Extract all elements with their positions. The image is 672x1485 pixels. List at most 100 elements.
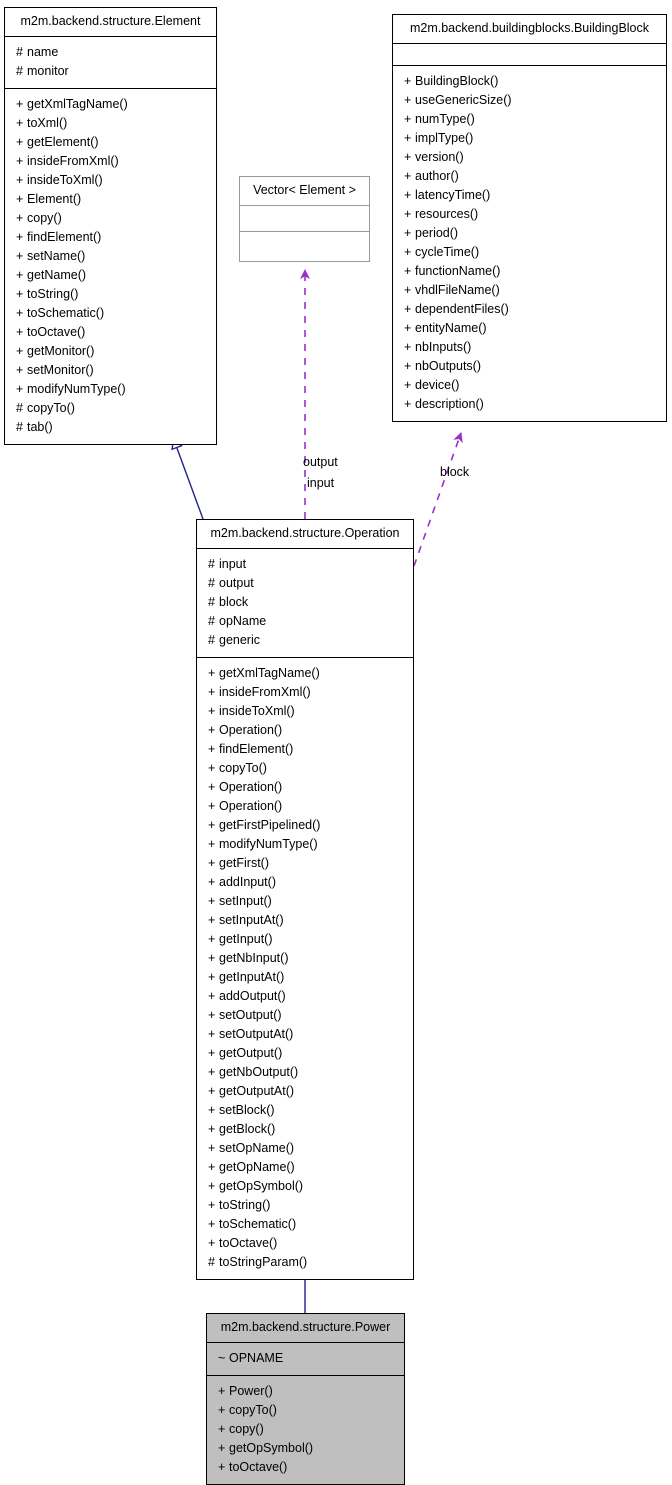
class-member: + addOutput() — [206, 987, 407, 1006]
member-label: toString() — [219, 1197, 271, 1212]
member-label: getOpName() — [219, 1159, 295, 1174]
member-label: device() — [415, 377, 460, 392]
member-label: functionName() — [415, 263, 501, 278]
visibility-marker: + — [208, 1121, 216, 1136]
class-member: + cycleTime() — [402, 243, 660, 262]
visibility-marker: + — [208, 855, 216, 870]
visibility-marker: + — [404, 149, 412, 164]
class-member: + findElement() — [206, 740, 407, 759]
class-member: + BuildingBlock() — [402, 72, 660, 91]
class-member: + toString() — [14, 285, 210, 304]
member-label: insideToXml() — [219, 703, 295, 718]
class-member: + modifyNumType() — [206, 835, 407, 854]
uml-class-diagram: output input block m2m.backend.structure… — [0, 0, 672, 1485]
class-attributes-element: # name # monitor — [5, 37, 216, 89]
visibility-marker: + — [218, 1440, 226, 1455]
member-label: modifyNumType() — [27, 381, 126, 396]
member-label: getFirstPipelined() — [219, 817, 321, 832]
visibility-marker: + — [16, 343, 24, 358]
visibility-marker: # — [16, 44, 23, 59]
visibility-marker: + — [16, 210, 24, 225]
class-member: + resources() — [402, 205, 660, 224]
visibility-marker: + — [404, 225, 412, 240]
member-label: insideFromXml() — [219, 684, 311, 699]
class-member: + getOpName() — [206, 1158, 407, 1177]
visibility-marker: + — [404, 130, 412, 145]
member-label: Operation() — [219, 798, 283, 813]
class-member: + entityName() — [402, 319, 660, 338]
class-member: + getInput() — [206, 930, 407, 949]
class-member: + setInputAt() — [206, 911, 407, 930]
visibility-marker: + — [404, 111, 412, 126]
member-label: insideFromXml() — [27, 153, 119, 168]
class-node-vector[interactable]: Vector< Element > — [239, 176, 370, 262]
class-operations-vector — [240, 232, 369, 261]
class-member: + setName() — [14, 247, 210, 266]
visibility-marker: + — [208, 969, 216, 984]
class-node-element[interactable]: m2m.backend.structure.Element # name # moni… — [4, 7, 217, 445]
class-member: + insideFromXml() — [14, 152, 210, 171]
member-label: toXml() — [27, 115, 68, 130]
visibility-marker: + — [16, 267, 24, 282]
member-label: toSchematic() — [219, 1216, 297, 1231]
class-member: + getInputAt() — [206, 968, 407, 987]
visibility-marker: + — [208, 931, 216, 946]
visibility-marker: + — [16, 96, 24, 111]
class-title-element: m2m.backend.structure.Element — [5, 8, 216, 37]
member-label: block — [219, 594, 249, 609]
class-member: + Power() — [216, 1382, 398, 1401]
class-member: + getElement() — [14, 133, 210, 152]
class-node-operation[interactable]: m2m.backend.structure.Operation # input # o… — [196, 519, 414, 1280]
visibility-marker: + — [16, 153, 24, 168]
class-node-buildingblock[interactable]: m2m.backend.buildingblocks.BuildingBlock… — [392, 14, 667, 422]
class-member: + toOctave() — [206, 1234, 407, 1253]
visibility-marker: # — [208, 594, 215, 609]
member-label: nbInputs() — [415, 339, 472, 354]
member-label: toOctave() — [229, 1459, 288, 1474]
visibility-marker: + — [404, 244, 412, 259]
visibility-marker: + — [208, 1197, 216, 1212]
member-label: setMonitor() — [27, 362, 94, 377]
member-label: setOutput() — [219, 1007, 282, 1022]
class-member: + toOctave() — [216, 1458, 398, 1477]
class-title-buildingblock: m2m.backend.buildingblocks.BuildingBlock — [393, 15, 666, 44]
class-member: # generic — [206, 631, 407, 650]
class-title-operation: m2m.backend.structure.Operation — [197, 520, 413, 549]
member-label: dependentFiles() — [415, 301, 509, 316]
member-label: Operation() — [219, 722, 283, 737]
visibility-marker: ~ — [218, 1350, 226, 1365]
class-member: + insideFromXml() — [206, 683, 407, 702]
member-label: getXmlTagName() — [219, 665, 320, 680]
member-label: setBlock() — [219, 1102, 275, 1117]
member-label: getNbOutput() — [219, 1064, 299, 1079]
member-label: insideToXml() — [27, 172, 103, 187]
visibility-marker: + — [208, 665, 216, 680]
class-operations-power: + Power() + copyTo() + copy() + getOpSymbol() + t… — [207, 1376, 404, 1484]
class-member: + getNbOutput() — [206, 1063, 407, 1082]
class-node-power[interactable]: m2m.backend.structure.Power ~ OPNAME + Pow… — [206, 1313, 405, 1485]
class-attributes-power: ~ OPNAME — [207, 1343, 404, 1376]
class-member: + getOpSymbol() — [206, 1177, 407, 1196]
visibility-marker: + — [16, 115, 24, 130]
class-member: + nbOutputs() — [402, 357, 660, 376]
visibility-marker: + — [208, 1064, 216, 1079]
member-label: getInputAt() — [219, 969, 285, 984]
visibility-marker: + — [208, 722, 216, 737]
class-member: + modifyNumType() — [14, 380, 210, 399]
visibility-marker: # — [208, 1254, 215, 1269]
class-operations-operation: + getXmlTagName() + insideFromXml() + insideT… — [197, 658, 413, 1279]
class-member: + Operation() — [206, 721, 407, 740]
visibility-marker: # — [208, 575, 215, 590]
visibility-marker: + — [16, 286, 24, 301]
class-member: + period() — [402, 224, 660, 243]
visibility-marker: + — [208, 1178, 216, 1193]
visibility-marker: + — [404, 320, 412, 335]
class-member: + functionName() — [402, 262, 660, 281]
class-member: + getFirstPipelined() — [206, 816, 407, 835]
edge-operation-inherits-element — [174, 440, 204, 520]
member-label: getInput() — [219, 931, 273, 946]
visibility-marker: + — [218, 1383, 226, 1398]
class-member: + insideToXml() — [206, 702, 407, 721]
visibility-marker: + — [208, 1045, 216, 1060]
class-title-vector: Vector< Element > — [240, 177, 369, 206]
